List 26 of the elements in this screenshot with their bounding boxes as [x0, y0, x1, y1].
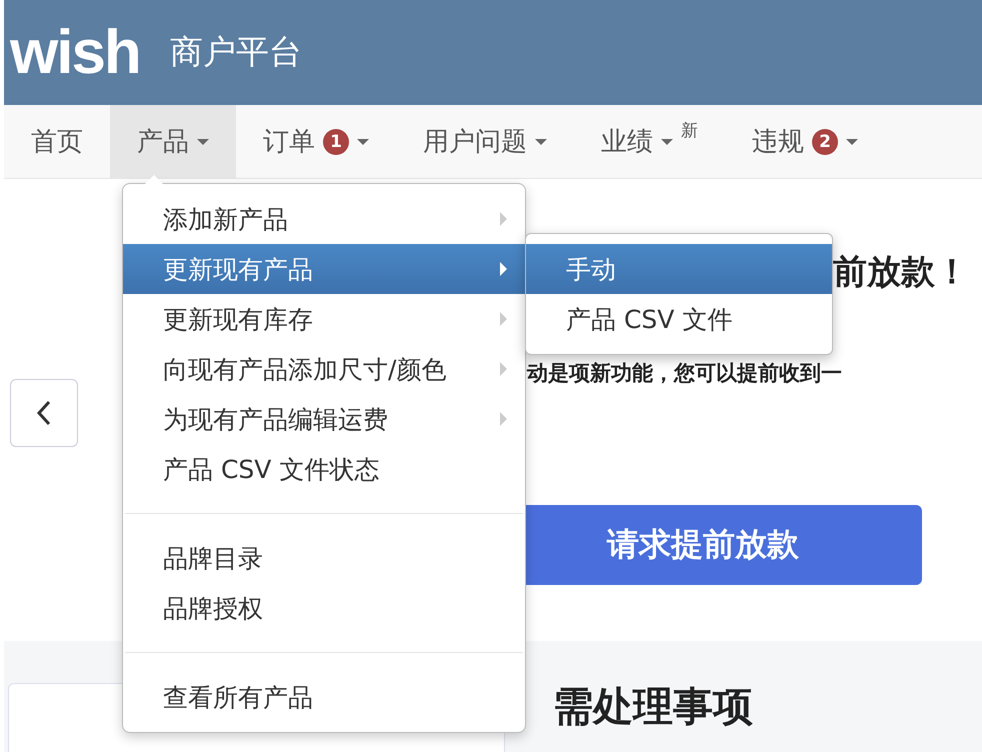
count-badge: 1	[323, 128, 349, 154]
nav-tab[interactable]: 用户问题	[396, 105, 574, 178]
menu-item[interactable]: 更新现有库存	[123, 294, 525, 344]
back-button[interactable]	[10, 379, 78, 447]
chevron-left-icon	[36, 399, 52, 427]
nav-tab[interactable]: 订单 1	[236, 105, 396, 178]
menu-item[interactable]: 产品 CSV 文件	[526, 294, 832, 344]
menu-item[interactable]: 为现有产品编辑运费	[123, 394, 525, 444]
new-label: 新	[681, 120, 698, 142]
nav-tab[interactable]: 业绩 新	[574, 105, 725, 178]
menu-item[interactable]: 手动	[526, 244, 832, 294]
nav-tab[interactable]: 违规 2	[725, 105, 885, 178]
count-badge: 2	[812, 128, 838, 154]
nav-tab[interactable]: 首页	[4, 105, 110, 178]
todo-heading: 需处理事项	[553, 683, 753, 732]
platform-title: 商户平台	[170, 31, 302, 73]
menu-item[interactable]: 查看所有产品	[123, 672, 525, 722]
menu-item[interactable]: 向现有产品添加尺寸/颜色	[123, 344, 525, 394]
menu-item[interactable]: 更新现有产品	[123, 244, 525, 294]
nav-tab[interactable]: 产品	[110, 105, 236, 178]
logo[interactable]: wish	[10, 22, 140, 84]
menu-item[interactable]: 产品 CSV 文件状态	[123, 444, 525, 494]
banner-heading: 前放款！	[833, 251, 969, 294]
menu-item[interactable]: 品牌授权	[123, 583, 525, 633]
menu-item[interactable]: 添加新产品	[123, 194, 525, 244]
banner-text: 动是项新功能，您可以提前收到一	[527, 360, 842, 387]
